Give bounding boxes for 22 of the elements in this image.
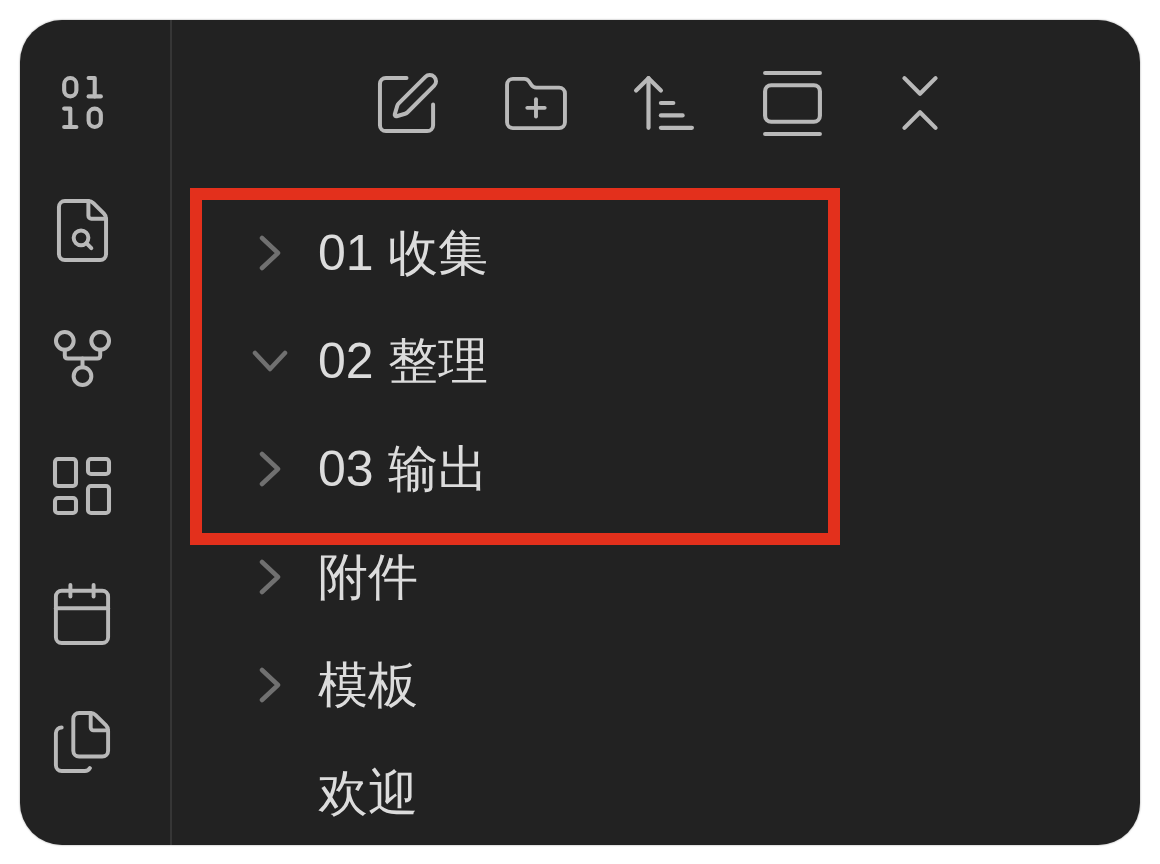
fork-icon[interactable] bbox=[52, 328, 112, 388]
framed-panel-icon[interactable] bbox=[761, 69, 823, 137]
file-label[interactable]: 欢迎 bbox=[318, 763, 418, 823]
calendar-icon[interactable] bbox=[53, 582, 111, 646]
chevron-right-icon[interactable] bbox=[259, 667, 281, 703]
chevron-right-icon[interactable] bbox=[259, 235, 281, 271]
dashboard-grid-icon[interactable] bbox=[52, 456, 112, 516]
folder-plus-icon[interactable] bbox=[504, 75, 568, 131]
chevron-down-icon[interactable] bbox=[252, 350, 288, 372]
pencil-square-icon[interactable] bbox=[377, 72, 439, 134]
folder-label[interactable]: 02 整理 bbox=[318, 331, 488, 391]
folder-label[interactable]: 附件 bbox=[318, 547, 418, 607]
collapse-icon[interactable] bbox=[901, 75, 939, 131]
sort-icon[interactable] bbox=[633, 75, 695, 131]
file-search-icon[interactable] bbox=[55, 197, 109, 263]
files-icon[interactable] bbox=[53, 710, 111, 774]
folder-label[interactable]: 01 收集 bbox=[318, 223, 488, 283]
chevron-right-icon[interactable] bbox=[259, 451, 281, 487]
folder-label[interactable]: 模板 bbox=[318, 655, 418, 715]
binary-icon[interactable] bbox=[60, 74, 104, 130]
folder-label[interactable]: 03 输出 bbox=[318, 439, 488, 499]
chevron-right-icon[interactable] bbox=[259, 559, 281, 595]
